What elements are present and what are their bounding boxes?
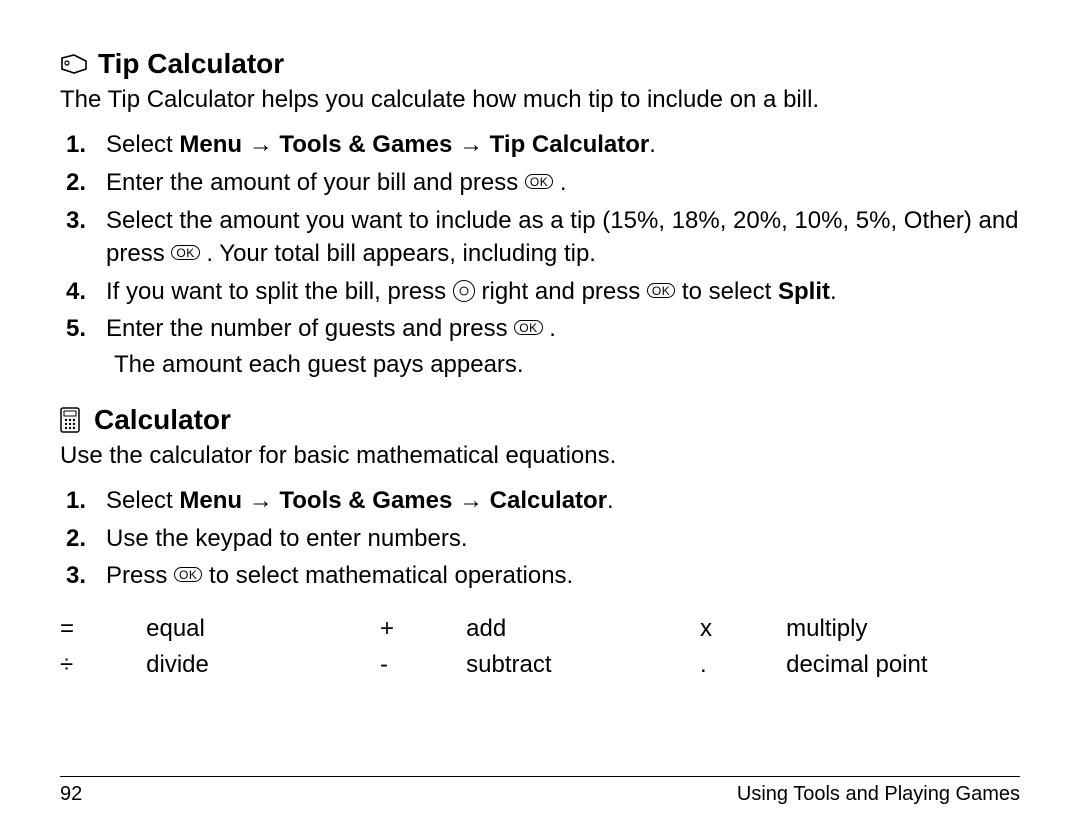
chapter-title: Using Tools and Playing Games (737, 783, 1020, 806)
text-run: → (242, 131, 279, 158)
step-item: Select Menu → Tools & Games → Calculator… (98, 484, 1020, 518)
page-content: Tip Calculator The Tip Calculator helps … (0, 0, 1080, 713)
table-row: =equal+addxmultiply (60, 611, 1020, 647)
step-subtext: The amount each guest pays appears. (114, 348, 1020, 382)
table-row: ÷divide-subtract.decimal point (60, 647, 1020, 683)
text-run: to select mathematical operations. (202, 562, 573, 589)
calculator-icon (60, 407, 80, 433)
ok-key-icon: OK (525, 174, 553, 189)
text-run: Select (106, 131, 179, 158)
text-run: Enter the number of guests and press (106, 315, 514, 342)
text-run: → (452, 487, 489, 514)
text-run: Tools & Games (279, 487, 452, 514)
text-run: Select (106, 487, 179, 514)
operator-symbol: - (380, 647, 466, 683)
operator-label: subtract (466, 647, 700, 683)
calculator-steps: Select Menu → Tools & Games → Calculator… (60, 484, 1020, 593)
text-run: . Your total bill appears, including tip… (200, 240, 596, 267)
text-run: . (830, 278, 837, 305)
page-footer: 92 Using Tools and Playing Games (60, 776, 1020, 806)
operator-symbol: ÷ (60, 647, 146, 683)
text-run: → (452, 131, 489, 158)
text-run: Enter the amount of your bill and press (106, 169, 525, 196)
nav-key-icon (453, 280, 475, 302)
step-item: Press OK to select mathematical operatio… (98, 559, 1020, 593)
text-run: . (543, 315, 556, 342)
text-run: If you want to split the bill, press (106, 278, 453, 305)
text-run: . (553, 169, 566, 196)
text-run: right and press (475, 278, 647, 305)
ok-key-icon: OK (514, 320, 542, 335)
step-item: Use the keypad to enter numbers. (98, 522, 1020, 556)
ok-key-icon: OK (171, 245, 199, 260)
operator-label: divide (146, 647, 380, 683)
text-run: Split (778, 278, 830, 305)
tip-calculator-steps: Select Menu → Tools & Games → Tip Calcul… (60, 128, 1020, 381)
operator-symbol: x (700, 611, 786, 647)
text-run: Menu (179, 487, 242, 514)
text-run: . (607, 487, 614, 514)
section-heading-calculator: Calculator (60, 404, 1020, 436)
text-run: . (649, 131, 656, 158)
text-run: → (242, 487, 279, 514)
text-run: Press (106, 562, 174, 589)
operator-label: equal (146, 611, 380, 647)
operator-label: multiply (786, 611, 1020, 647)
section-title: Calculator (94, 404, 231, 436)
operations-table: =equal+addxmultiply÷divide-subtract.deci… (60, 611, 1020, 683)
step-item: Select the amount you want to include as… (98, 204, 1020, 271)
text-run: Calculator (490, 487, 607, 514)
section-title: Tip Calculator (98, 48, 284, 80)
operator-symbol: . (700, 647, 786, 683)
operator-label: add (466, 611, 700, 647)
step-item: Enter the number of guests and press OK … (98, 312, 1020, 381)
text-run: Use the keypad to enter numbers. (106, 525, 468, 552)
operator-label: decimal point (786, 647, 1020, 683)
step-item: Enter the amount of your bill and press … (98, 166, 1020, 200)
page-number: 92 (60, 783, 82, 806)
text-run: Tools & Games (279, 131, 452, 158)
section-heading-tip-calculator: Tip Calculator (60, 48, 1020, 80)
ok-key-icon: OK (647, 283, 675, 298)
text-run: Tip Calculator (490, 131, 650, 158)
ok-key-icon: OK (174, 567, 202, 582)
section-intro: The Tip Calculator helps you calculate h… (60, 84, 1020, 116)
tag-icon (60, 54, 88, 74)
step-item: Select Menu → Tools & Games → Tip Calcul… (98, 128, 1020, 162)
section-intro: Use the calculator for basic mathematica… (60, 440, 1020, 472)
operator-symbol: + (380, 611, 466, 647)
step-item: If you want to split the bill, press rig… (98, 275, 1020, 309)
text-run: to select (675, 278, 778, 305)
operator-symbol: = (60, 611, 146, 647)
text-run: Menu (179, 131, 242, 158)
